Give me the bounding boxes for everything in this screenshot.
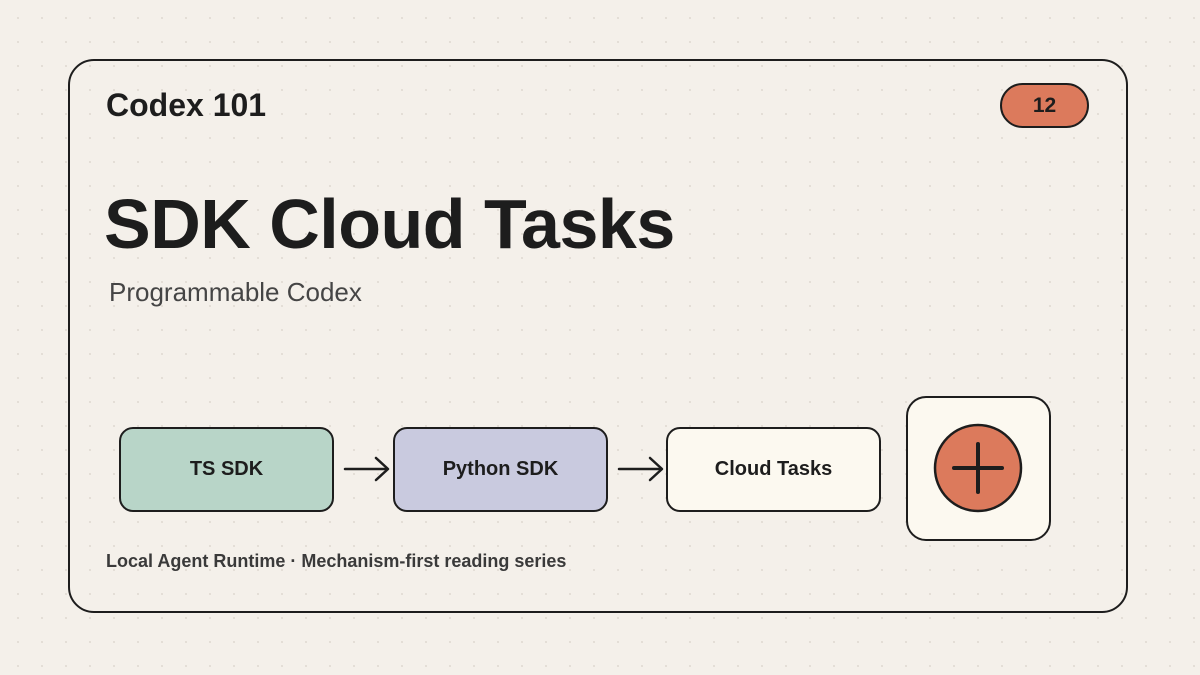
plus-tile [906,396,1051,541]
page-subtitle: Programmable Codex [109,277,362,307]
page-title: SDK Cloud Tasks [104,185,675,263]
flow-step-python-sdk: Python SDK [393,427,608,512]
page-number-badge: 12 [1000,83,1089,128]
flow-step-cloud-tasks: Cloud Tasks [666,427,881,512]
arrow-right-icon [617,456,664,482]
plus-circle-icon [933,423,1023,513]
series-title: Codex 101 [106,87,267,123]
flow-step-ts-sdk: TS SDK [119,427,334,512]
footer-caption: Local Agent Runtime · Mechanism-first re… [106,551,567,571]
arrow-right-icon [343,456,390,482]
